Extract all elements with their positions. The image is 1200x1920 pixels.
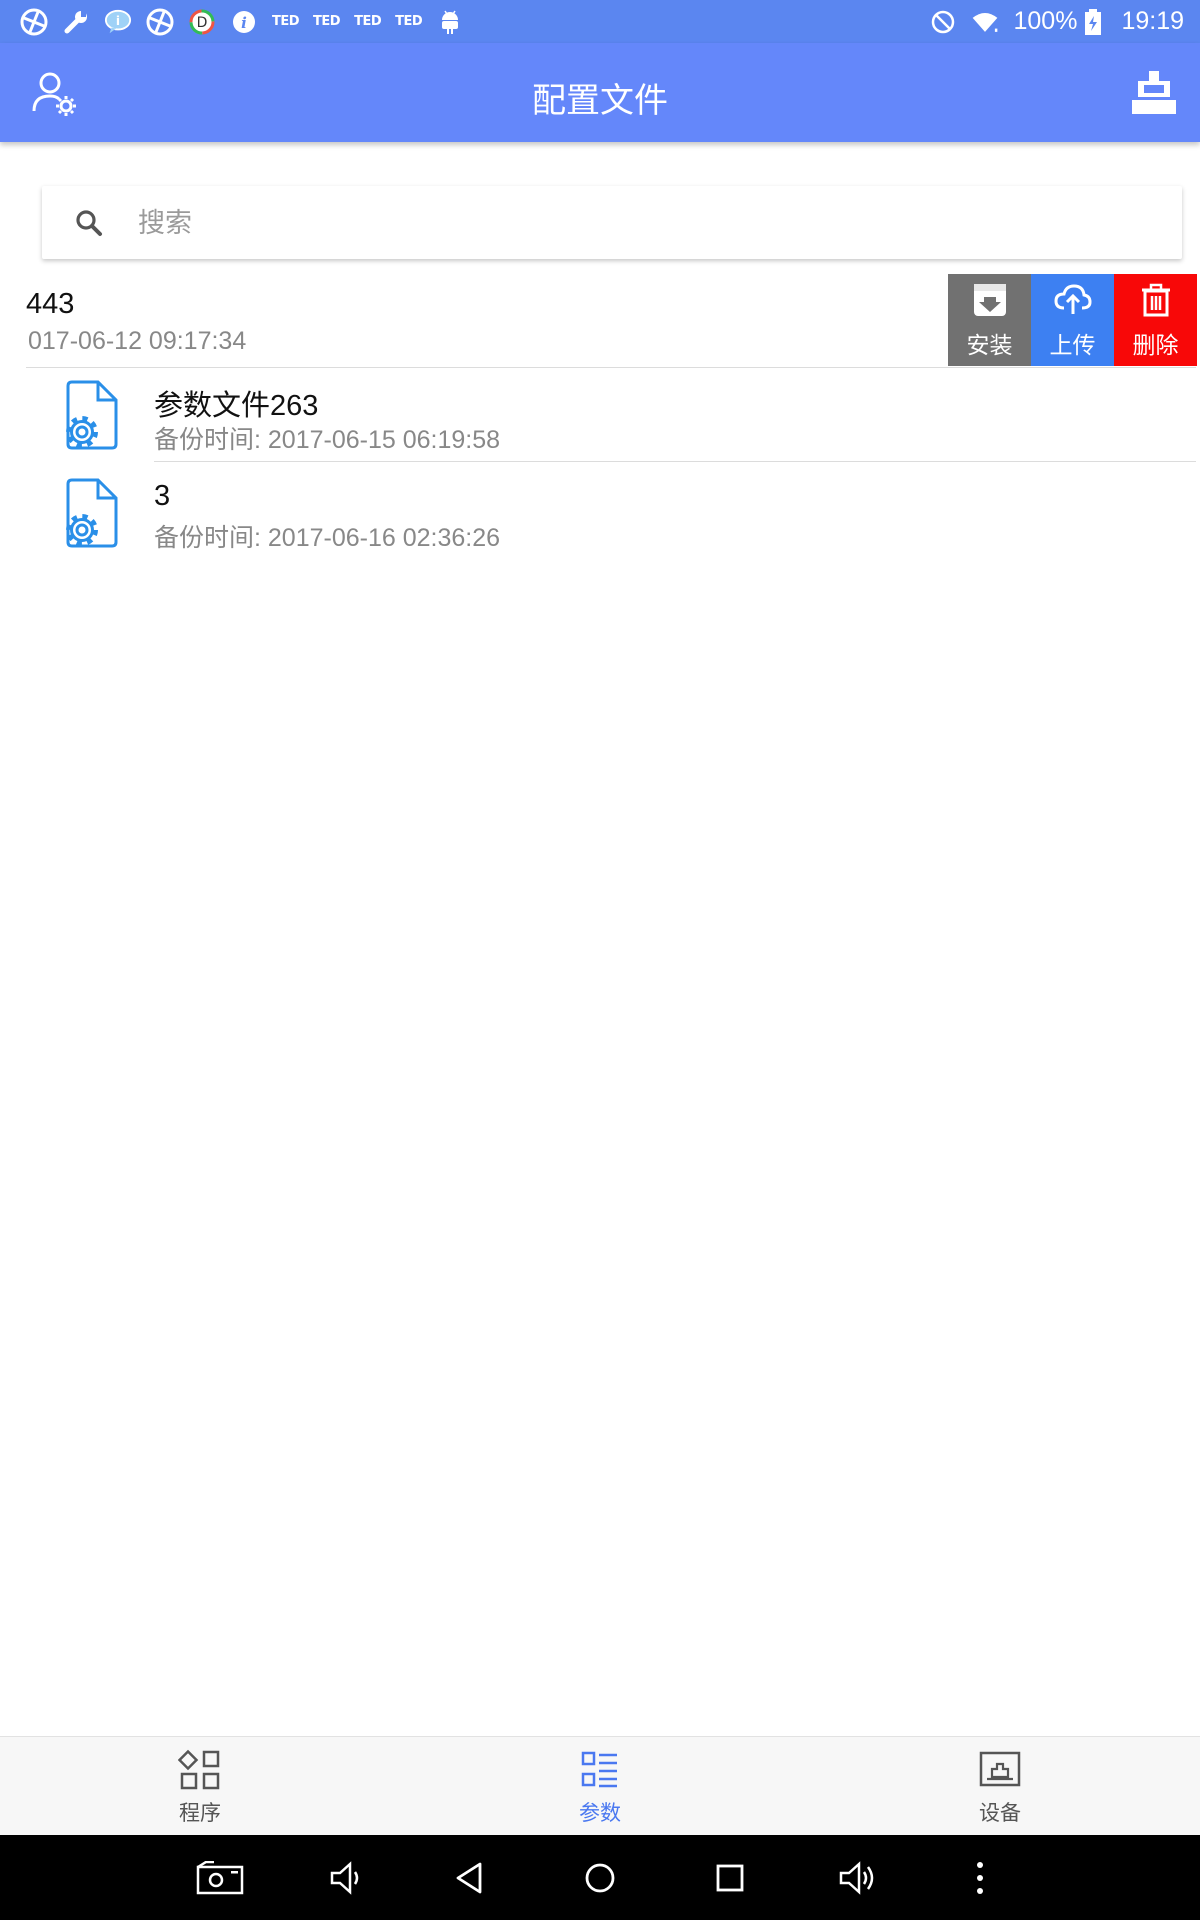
do-not-disturb-icon bbox=[929, 8, 957, 36]
list-item[interactable]: 参数文件263 备份时间: 2017-06-15 06:19:58 bbox=[0, 368, 1200, 466]
android-icon bbox=[436, 8, 464, 36]
volume-up-icon bbox=[839, 1861, 874, 1895]
system-nav-bar bbox=[0, 1835, 1200, 1920]
search-input[interactable] bbox=[138, 196, 1138, 250]
nav-label: 程序 bbox=[179, 1801, 221, 1825]
back-button[interactable] bbox=[446, 1855, 494, 1901]
battery-charging-icon bbox=[1079, 8, 1107, 36]
chat-bubble-icon: i bbox=[104, 8, 132, 36]
recents-button[interactable] bbox=[706, 1855, 754, 1901]
upload-label: 上传 bbox=[1049, 333, 1096, 359]
nav-label: 设备 bbox=[979, 1801, 1021, 1825]
robot-button[interactable] bbox=[1128, 67, 1180, 119]
d-badge-icon: D bbox=[188, 8, 216, 36]
nav-parameter[interactable]: 参数 bbox=[400, 1737, 800, 1835]
clock: 19:19 bbox=[1121, 7, 1184, 35]
divider bbox=[154, 461, 1196, 462]
recents-icon bbox=[716, 1864, 744, 1892]
cloud-upload-icon bbox=[1053, 280, 1093, 320]
ted-icon: TED bbox=[354, 14, 382, 29]
file-title: 3 bbox=[154, 480, 171, 512]
screen: i D i TED TED TED TED 100% 19:19 配置文件 搜索… bbox=[0, 0, 1200, 1920]
robot-icon bbox=[1132, 71, 1176, 114]
file-title: 443 bbox=[26, 288, 75, 320]
ted-icon: TED bbox=[395, 14, 423, 29]
svg-text:i: i bbox=[116, 13, 120, 27]
battery-percent: 100% bbox=[1013, 7, 1078, 35]
svg-text:i: i bbox=[241, 14, 247, 32]
install-icon bbox=[970, 280, 1010, 320]
program-icon bbox=[177, 1747, 223, 1793]
ted-icon: TED bbox=[313, 14, 341, 29]
nav-program[interactable]: 程序 bbox=[0, 1737, 400, 1835]
svg-text:D: D bbox=[197, 15, 208, 31]
more-vert-icon bbox=[977, 1862, 983, 1894]
install-label: 安装 bbox=[966, 333, 1013, 359]
list-item-swiped[interactable]: 443 017-06-12 09:17:34 安装 上传 删除 bbox=[0, 272, 1200, 367]
screenshot-button[interactable] bbox=[196, 1855, 244, 1901]
more-options-button[interactable] bbox=[956, 1855, 1004, 1901]
system-status: 100% 19:19 bbox=[929, 0, 1184, 43]
search-bar[interactable] bbox=[42, 186, 1182, 259]
wrench-icon bbox=[62, 8, 90, 36]
file-backup-time: 备份时间: 2017-06-16 02:36:26 bbox=[154, 524, 501, 552]
delete-button[interactable]: 删除 bbox=[1114, 274, 1197, 366]
volume-down-icon bbox=[330, 1861, 359, 1895]
status-bar: i D i TED TED TED TED 100% 19:19 bbox=[0, 0, 1200, 43]
upload-button[interactable]: 上传 bbox=[1031, 274, 1114, 366]
file-backup-time: 备份时间: 2017-06-15 06:19:58 bbox=[154, 426, 501, 454]
screenshot-icon bbox=[196, 1861, 244, 1895]
bottom-nav: 程序 参数 设备 bbox=[0, 1736, 1200, 1835]
aperture-icon bbox=[20, 8, 48, 36]
swipe-actions: 安装 上传 删除 bbox=[948, 274, 1197, 366]
search-icon bbox=[72, 206, 106, 240]
wifi-icon bbox=[971, 8, 999, 36]
device-icon bbox=[977, 1747, 1023, 1793]
trash-icon bbox=[1136, 280, 1176, 320]
volume-down-button[interactable] bbox=[322, 1855, 370, 1901]
notification-icons: i D i TED TED TED TED bbox=[0, 8, 464, 36]
volume-up-button[interactable] bbox=[834, 1855, 882, 1901]
ted-icon: TED bbox=[272, 14, 300, 29]
back-icon bbox=[456, 1862, 482, 1894]
info-icon: i bbox=[230, 8, 258, 36]
aperture-icon-2 bbox=[146, 8, 174, 36]
file-list: 443 017-06-12 09:17:34 安装 上传 删除 参数文件263 … bbox=[0, 272, 1200, 552]
settings-file-icon bbox=[58, 378, 122, 452]
file-title: 参数文件263 bbox=[154, 390, 319, 422]
parameter-icon bbox=[577, 1747, 623, 1793]
home-button[interactable] bbox=[576, 1855, 624, 1901]
nav-label: 参数 bbox=[579, 1801, 621, 1825]
install-button[interactable]: 安装 bbox=[948, 274, 1031, 366]
app-bar: 配置文件 bbox=[0, 43, 1200, 142]
home-icon bbox=[585, 1863, 615, 1893]
file-backup-time: 017-06-12 09:17:34 bbox=[28, 327, 247, 355]
settings-file-icon bbox=[58, 476, 122, 550]
delete-label: 删除 bbox=[1132, 333, 1179, 359]
page-title: 配置文件 bbox=[532, 81, 668, 121]
list-item[interactable]: 3 备份时间: 2017-06-16 02:36:26 bbox=[0, 466, 1200, 564]
nav-device[interactable]: 设备 bbox=[800, 1737, 1200, 1835]
